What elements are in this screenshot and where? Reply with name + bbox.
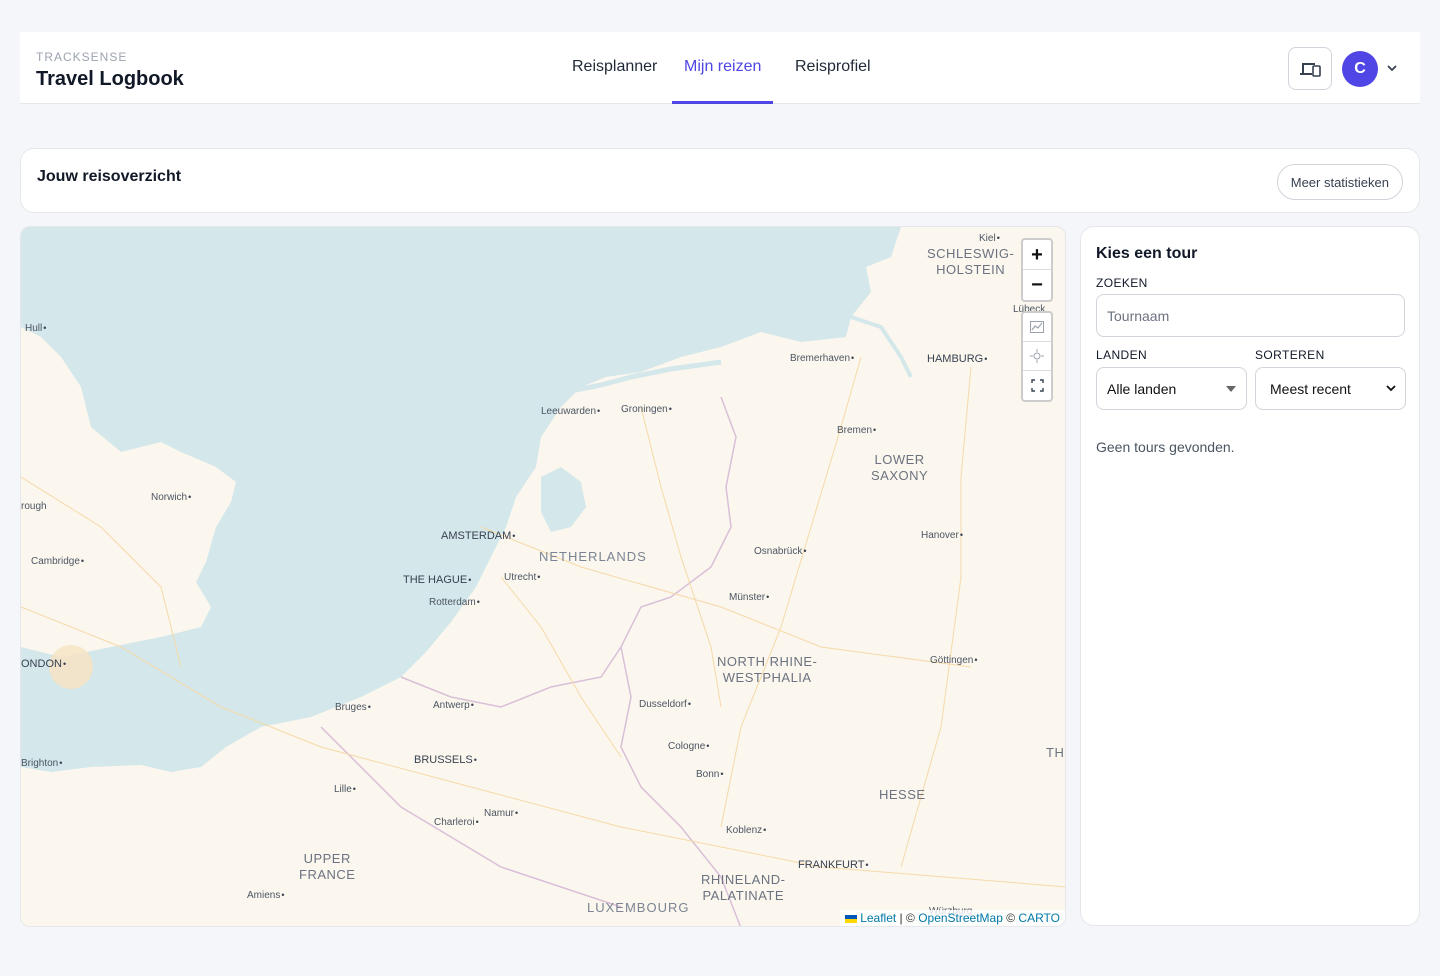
map-label-bonn: Bonn: [696, 769, 724, 780]
map-label-bremen: Bremen: [837, 425, 876, 436]
empty-state-text: Geen tours gevonden.: [1096, 439, 1235, 455]
countries-select[interactable]: Alle landen: [1096, 367, 1247, 410]
map-label-nrw: NORTH RHINE- WESTPHALIA: [717, 654, 818, 685]
app-header: TRACKSENSE Travel Logbook Reisplanner Mi…: [20, 32, 1420, 104]
map-label-amsterdam: AMSTERDAM: [441, 530, 515, 542]
tab-mijn-reizen-label: Mijn reizen: [684, 58, 762, 75]
attribution-sep: ©: [1002, 911, 1019, 925]
attribution-sep: | ©: [896, 911, 919, 925]
map-label-rotterdam: Rotterdam: [429, 597, 480, 608]
map-label-london: ONDON: [21, 658, 66, 670]
countries-select-value: Alle landen: [1107, 380, 1177, 397]
tab-reisplanner[interactable]: Reisplanner: [572, 58, 657, 104]
map-label-utrecht: Utrecht: [504, 572, 540, 583]
map-attribution: Leaflet | © OpenStreetMap © CARTO: [839, 910, 1065, 926]
sort-select[interactable]: Meest recent: [1255, 367, 1406, 410]
tab-mijn-reizen[interactable]: Mijn reizen: [672, 58, 774, 104]
map-label-namur: Namur: [484, 808, 518, 819]
map-label-hanover: Hanover: [921, 530, 963, 541]
chart-icon: [1030, 321, 1044, 333]
chart-toggle-button[interactable]: [1023, 313, 1051, 342]
fullscreen-icon: [1030, 379, 1044, 392]
map-label-hesse: HESSE: [879, 787, 926, 802]
map-label-schleswig-holstein: SCHLESWIG- HOLSTEIN: [927, 246, 1015, 277]
zoom-out-button[interactable]: −: [1023, 270, 1051, 300]
devices-icon: [1300, 62, 1321, 77]
map-basemap: [21, 227, 1065, 926]
map-label-bremerhaven: Bremerhaven: [790, 353, 854, 364]
map-label-leeuwarden: Leeuwarden: [541, 406, 600, 417]
map-label-charleroi: Charleroi: [434, 817, 479, 828]
map-label-cologne: Cologne: [668, 741, 709, 752]
panel-title: Kies een tour: [1096, 245, 1198, 262]
map-label-antwerp: Antwerp: [433, 700, 474, 711]
overview-title: Jouw reisoverzicht: [37, 168, 182, 185]
map-label-dusseldorf: Dusseldorf: [639, 699, 691, 710]
map-label-amiens: Amiens: [247, 890, 285, 901]
map-label-the-hague: THE HAGUE: [403, 574, 471, 586]
overview-card: Jouw reisoverzicht Meer statistieken: [20, 148, 1420, 213]
user-avatar[interactable]: C: [1342, 51, 1378, 87]
locate-icon: [1030, 349, 1044, 363]
map-label-kiel: Kiel: [979, 233, 1000, 244]
travel-map[interactable]: Kiel SCHLESWIG- HOLSTEIN Lübeck Hull Bre…: [20, 226, 1066, 927]
search-label: ZOEKEN: [1096, 276, 1148, 290]
map-label-rough: rough: [21, 501, 47, 512]
leaflet-link[interactable]: Leaflet: [860, 911, 896, 925]
map-label-koblenz: Koblenz: [726, 825, 766, 836]
zoom-in-button[interactable]: +: [1023, 240, 1051, 270]
map-label-munster: Münster: [729, 592, 769, 603]
map-label-groningen: Groningen: [621, 404, 672, 415]
map-label-hamburg: HAMBURG: [927, 353, 987, 365]
sort-select-value: Meest recent: [1270, 380, 1351, 397]
map-label-hull: Hull: [25, 323, 46, 334]
tab-reisprofiel[interactable]: Reisprofiel: [795, 58, 871, 104]
map-label-netherlands: NETHERLANDS: [539, 549, 647, 564]
osm-link[interactable]: OpenStreetMap: [918, 911, 1003, 925]
ukraine-flag-icon: [844, 914, 857, 923]
map-label-luxembourg: LUXEMBOURG: [587, 900, 690, 915]
map-tools: [1021, 311, 1053, 402]
tour-panel: Kies een tour ZOEKEN LANDEN Alle landen …: [1080, 226, 1420, 926]
map-label-brighton: Brighton: [21, 758, 62, 769]
chevron-down-icon[interactable]: [1384, 60, 1400, 76]
more-stats-button[interactable]: Meer statistieken: [1276, 164, 1403, 200]
map-label-th: TH: [1046, 745, 1065, 760]
chevron-down-icon: [1386, 385, 1396, 392]
map-label-lower-saxony: LOWER SAXONY: [871, 452, 929, 483]
fullscreen-button[interactable]: [1023, 371, 1051, 400]
sort-label: SORTEREN: [1255, 348, 1325, 362]
locate-button[interactable]: [1023, 342, 1051, 371]
active-tab-indicator: [672, 101, 774, 104]
map-label-upper-france: UPPER FRANCE: [299, 851, 356, 882]
map-label-frankfurt: FRANKFURT: [798, 859, 869, 871]
carto-link[interactable]: CARTO: [1018, 911, 1060, 925]
map-label-osnabruck: Osnabrück: [754, 546, 807, 557]
map-label-lille: Lille: [334, 784, 356, 795]
map-label-rhineland-palatinate: RHINELAND- PALATINATE: [701, 872, 786, 903]
map-label-bruges: Bruges: [335, 702, 371, 713]
device-toggle-button[interactable]: [1288, 47, 1332, 90]
tour-search-input[interactable]: [1096, 294, 1405, 337]
map-label-brussels: BRUSSELS: [414, 754, 477, 766]
map-label-cambridge: Cambridge: [31, 556, 84, 567]
map-label-gottingen: Göttingen: [930, 655, 978, 666]
countries-label: LANDEN: [1096, 348, 1148, 362]
caret-down-icon: [1226, 386, 1236, 392]
map-label-norwich: Norwich: [151, 492, 191, 503]
main-nav: Reisplanner Mijn reizen Reisprofiel: [20, 32, 1420, 104]
zoom-control: + −: [1021, 238, 1053, 302]
